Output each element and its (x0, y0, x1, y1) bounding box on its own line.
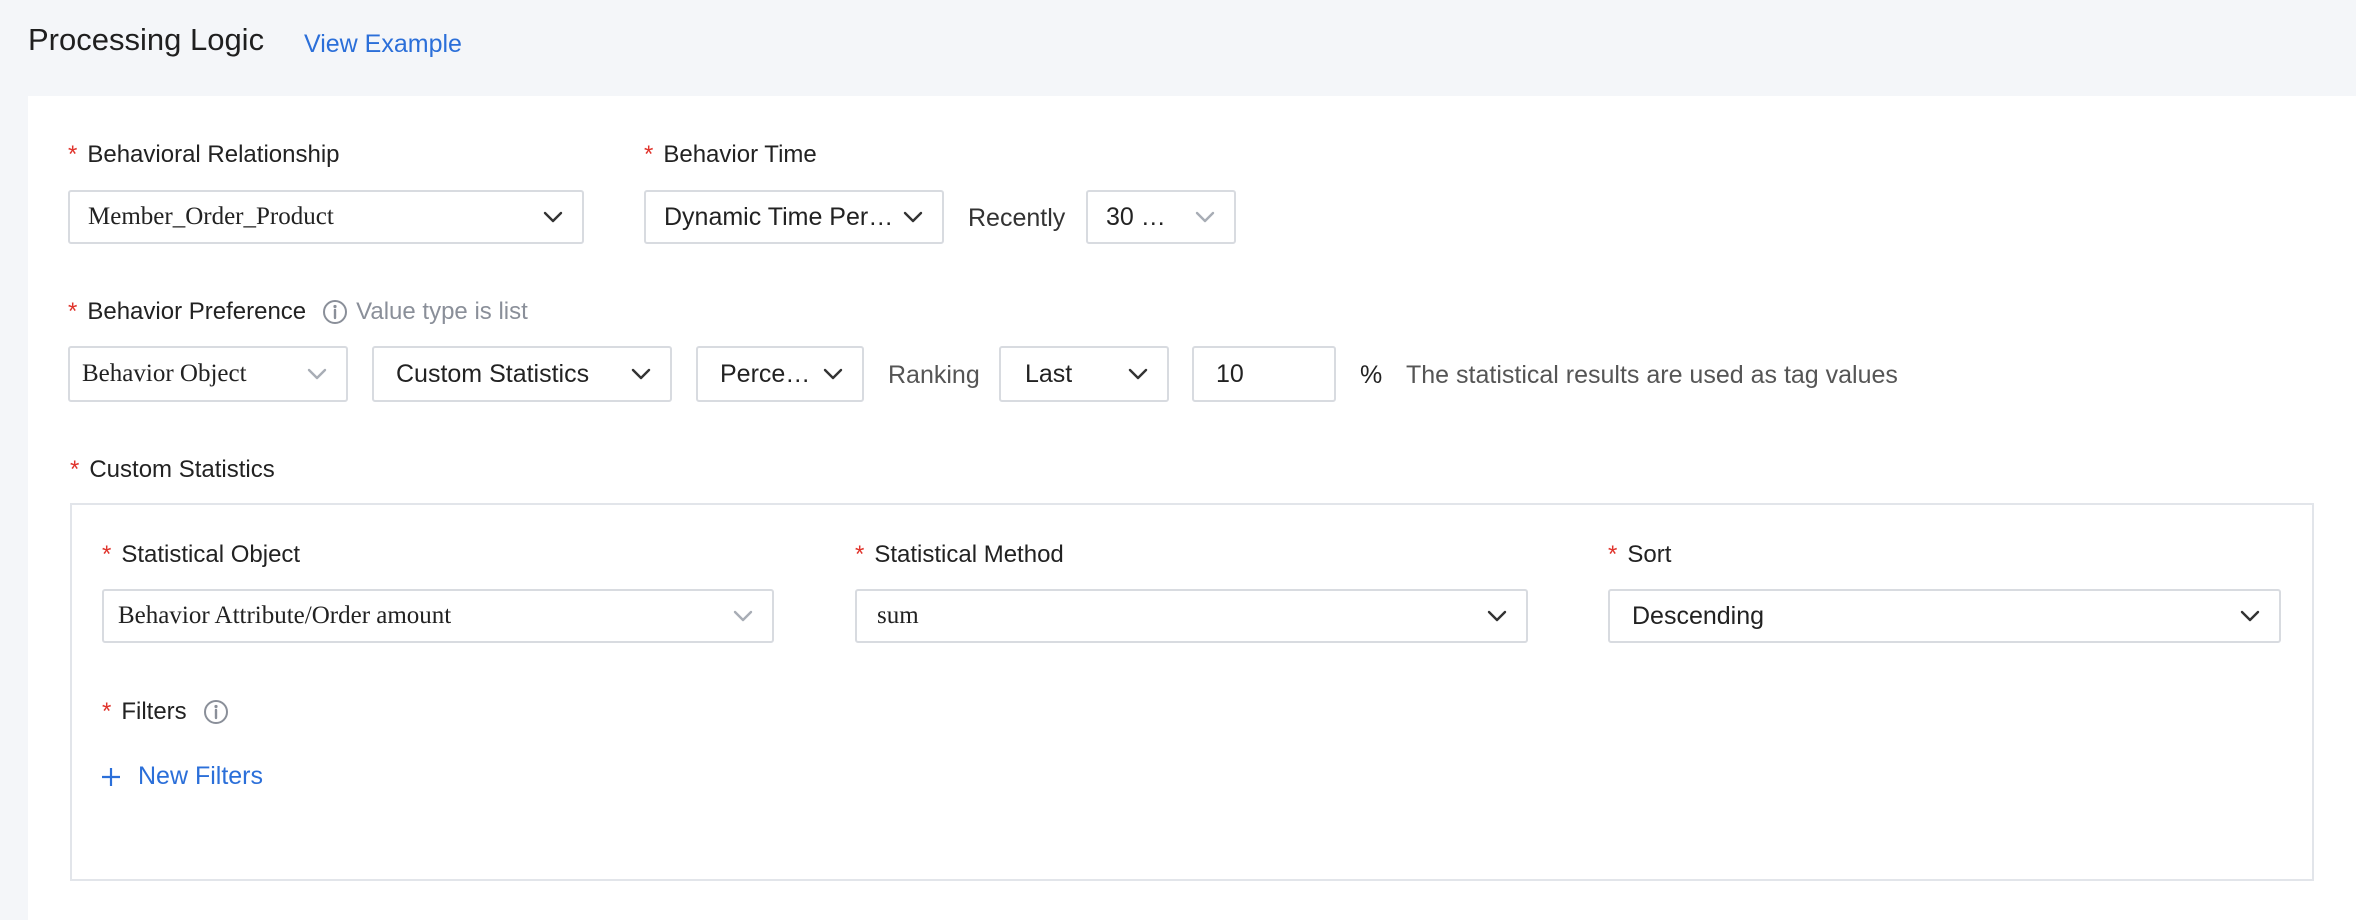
info-icon[interactable] (322, 299, 348, 325)
statistics-type-select[interactable]: Custom Statistics (372, 346, 672, 402)
required-marker: * (102, 698, 112, 725)
new-filters-button[interactable]: New Filters (100, 762, 263, 791)
chevron-down-icon (903, 211, 923, 223)
metric-value: Perce… (720, 359, 811, 388)
behavioral-relationship-label: * Behavioral Relationship (68, 141, 340, 168)
behavior-object-value: Behavior Object (82, 360, 247, 387)
plus-icon (102, 767, 120, 786)
custom-statistics-label: * Custom Statistics (70, 456, 275, 483)
chevron-down-icon (823, 368, 843, 380)
metric-select[interactable]: Perce… (696, 346, 864, 402)
chevron-down-icon (1195, 211, 1215, 223)
chevron-down-icon (2240, 610, 2260, 622)
behavioral-relationship-select[interactable]: Member_Order_Product (68, 190, 584, 244)
required-marker: * (855, 541, 865, 568)
statistical-method-value: sum (877, 602, 919, 629)
required-marker: * (1608, 541, 1618, 568)
recently-label: Recently (968, 204, 1066, 232)
custom-statistics-panel (70, 503, 2314, 881)
info-icon[interactable] (203, 699, 229, 725)
behavior-time-mode-value: Dynamic Time Per… (664, 202, 894, 231)
chevron-down-icon (631, 368, 651, 380)
chevron-down-icon (1487, 610, 1507, 622)
new-filters-label: New Filters (138, 762, 264, 790)
statistical-method-label: * Statistical Method (855, 541, 1064, 568)
behavior-preference-hint: Value type is list (356, 298, 528, 325)
statistics-type-value: Custom Statistics (396, 359, 590, 388)
behavior-time-period-value: 30 … (1106, 202, 1166, 231)
behavior-time-label: * Behavior Time (644, 141, 817, 168)
sort-value: Descending (1632, 601, 1765, 630)
statistical-object-label: * Statistical Object (102, 541, 301, 568)
behavioral-relationship-value: Member_Order_Product (88, 203, 334, 230)
required-marker: * (102, 541, 112, 568)
filters-label: * Filters (102, 698, 229, 726)
page-title: Processing Logic (28, 22, 265, 57)
ranking-amount-input[interactable]: 10 (1192, 346, 1336, 402)
sort-select[interactable]: Descending (1608, 589, 2281, 643)
behavior-time-mode-select[interactable]: Dynamic Time Per… (644, 190, 944, 244)
behavior-time-period-select[interactable]: 30 … (1086, 190, 1236, 244)
ranking-position-select[interactable]: Last (999, 346, 1169, 402)
sort-label: * Sort (1608, 541, 1672, 568)
chevron-down-icon (1128, 368, 1148, 380)
required-marker: * (644, 141, 654, 168)
required-marker: * (68, 141, 78, 168)
behavior-object-select[interactable]: Behavior Object (68, 346, 348, 402)
chevron-down-icon (733, 610, 753, 622)
view-example-link[interactable]: View Example (304, 30, 462, 59)
required-marker: * (70, 456, 80, 483)
required-marker: * (68, 298, 78, 325)
statistical-method-select[interactable]: sum (855, 589, 1528, 643)
statistical-object-value: Behavior Attribute/Order amount (118, 602, 452, 629)
ranking-position-value: Last (1025, 359, 1073, 388)
percent-unit: % (1360, 361, 1383, 389)
chevron-down-icon (543, 211, 563, 223)
ranking-amount-value: 10 (1216, 359, 1244, 388)
tag-values-note: The statistical results are used as tag … (1406, 361, 1898, 389)
ranking-label: Ranking (888, 361, 980, 389)
chevron-down-icon (307, 368, 327, 380)
behavior-preference-label: * Behavior Preference Value type is list (68, 298, 528, 325)
statistical-object-select[interactable]: Behavior Attribute/Order amount (102, 589, 774, 643)
